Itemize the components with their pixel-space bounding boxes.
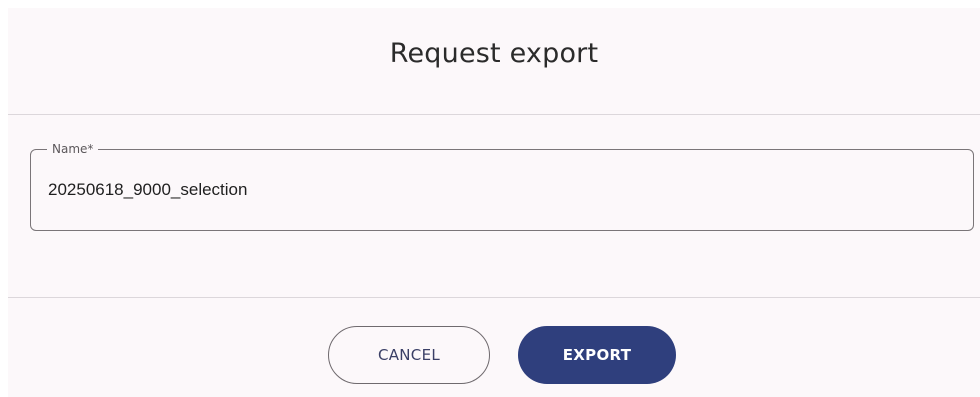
name-input[interactable] xyxy=(31,150,973,230)
actions-divider xyxy=(8,297,980,298)
dialog-title: Request export xyxy=(389,38,599,69)
export-dialog: Request export Name* CANCEL EXPORT xyxy=(8,8,980,397)
export-button[interactable]: EXPORT xyxy=(518,326,676,384)
cancel-button[interactable]: CANCEL xyxy=(328,326,490,384)
title-divider xyxy=(8,114,980,115)
name-field[interactable]: Name* xyxy=(30,141,974,231)
